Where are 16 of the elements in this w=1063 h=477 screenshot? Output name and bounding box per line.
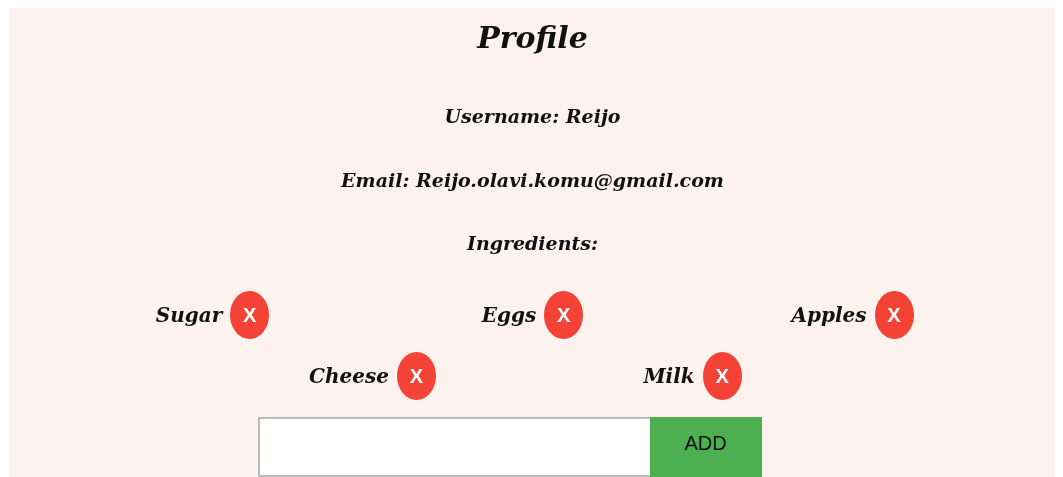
remove-button[interactable]: X <box>396 352 436 400</box>
page-title: Profile <box>477 20 588 56</box>
username-text: Username: Reijo <box>444 104 621 128</box>
remove-button[interactable]: X <box>874 291 914 339</box>
ingredient-name: Sugar <box>155 303 223 327</box>
remove-button[interactable]: X <box>544 291 584 339</box>
ingredient-name: Cheese <box>309 364 389 388</box>
ingredient-name: Eggs <box>481 303 537 327</box>
remove-button[interactable]: X <box>702 352 742 400</box>
ingredient-name: Apples <box>791 303 867 327</box>
remove-button[interactable]: X <box>230 291 270 339</box>
add-button[interactable]: ADD <box>649 417 762 477</box>
ingredients-heading: Ingredients: <box>467 231 598 255</box>
email-text: Email: Reijo.olavi.komu@gmail.com <box>341 168 724 192</box>
ingredient-name: Milk <box>643 364 695 388</box>
ingredient-input[interactable] <box>257 417 650 477</box>
